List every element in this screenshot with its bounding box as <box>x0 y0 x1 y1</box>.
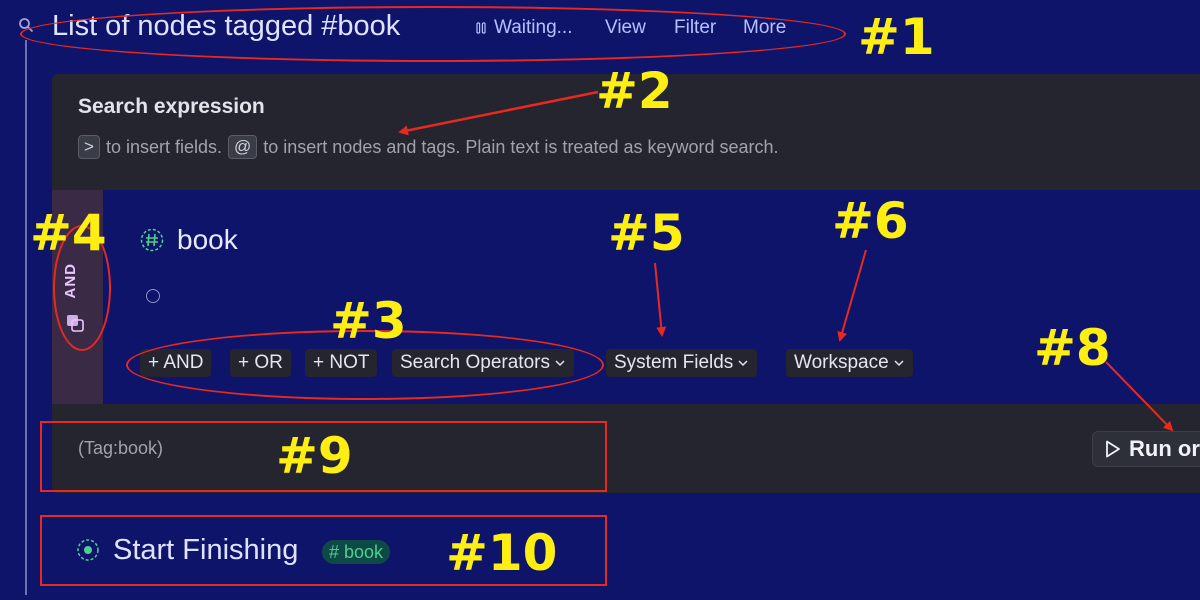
search-hint: > to insert fields. @ to insert nodes an… <box>78 135 779 159</box>
annotation-label-3: #3 <box>330 292 407 350</box>
run-button-label: Run or <box>1129 436 1200 461</box>
chevron-down-icon <box>894 360 904 367</box>
tag-condition[interactable]: book <box>177 224 238 256</box>
annotation-ellipse-1 <box>20 6 846 62</box>
run-once-button[interactable]: Run or <box>1092 431 1200 467</box>
outline-guide-line <box>25 40 27 595</box>
system-fields-dropdown[interactable]: System Fields <box>606 349 758 377</box>
annotation-label-8: #8 <box>1034 319 1111 377</box>
workspace-label: Workspace <box>794 352 889 373</box>
node-key-badge: @ <box>228 135 258 159</box>
annotation-label-2: #2 <box>596 62 673 120</box>
panel-title: Search expression <box>78 95 265 118</box>
hint-text-fields: to insert fields. <box>105 136 222 157</box>
play-icon <box>1106 440 1120 458</box>
annotation-label-1: #1 <box>858 8 935 66</box>
annotation-label-4: #4 <box>30 204 107 262</box>
chevron-down-icon <box>738 360 748 367</box>
annotation-label-6: #6 <box>832 192 909 250</box>
empty-node-bullet[interactable] <box>146 289 160 303</box>
field-key-badge: > <box>78 135 100 159</box>
annotation-label-5: #5 <box>608 204 685 262</box>
annotation-label-9: #9 <box>276 427 353 485</box>
workspace-dropdown[interactable]: Workspace <box>786 349 913 377</box>
hint-text-nodes: to insert nodes and tags. Plain text is … <box>263 136 779 157</box>
tag-hash-icon <box>140 228 164 252</box>
system-fields-label: System Fields <box>614 352 734 373</box>
annotation-label-10: #10 <box>446 524 558 582</box>
